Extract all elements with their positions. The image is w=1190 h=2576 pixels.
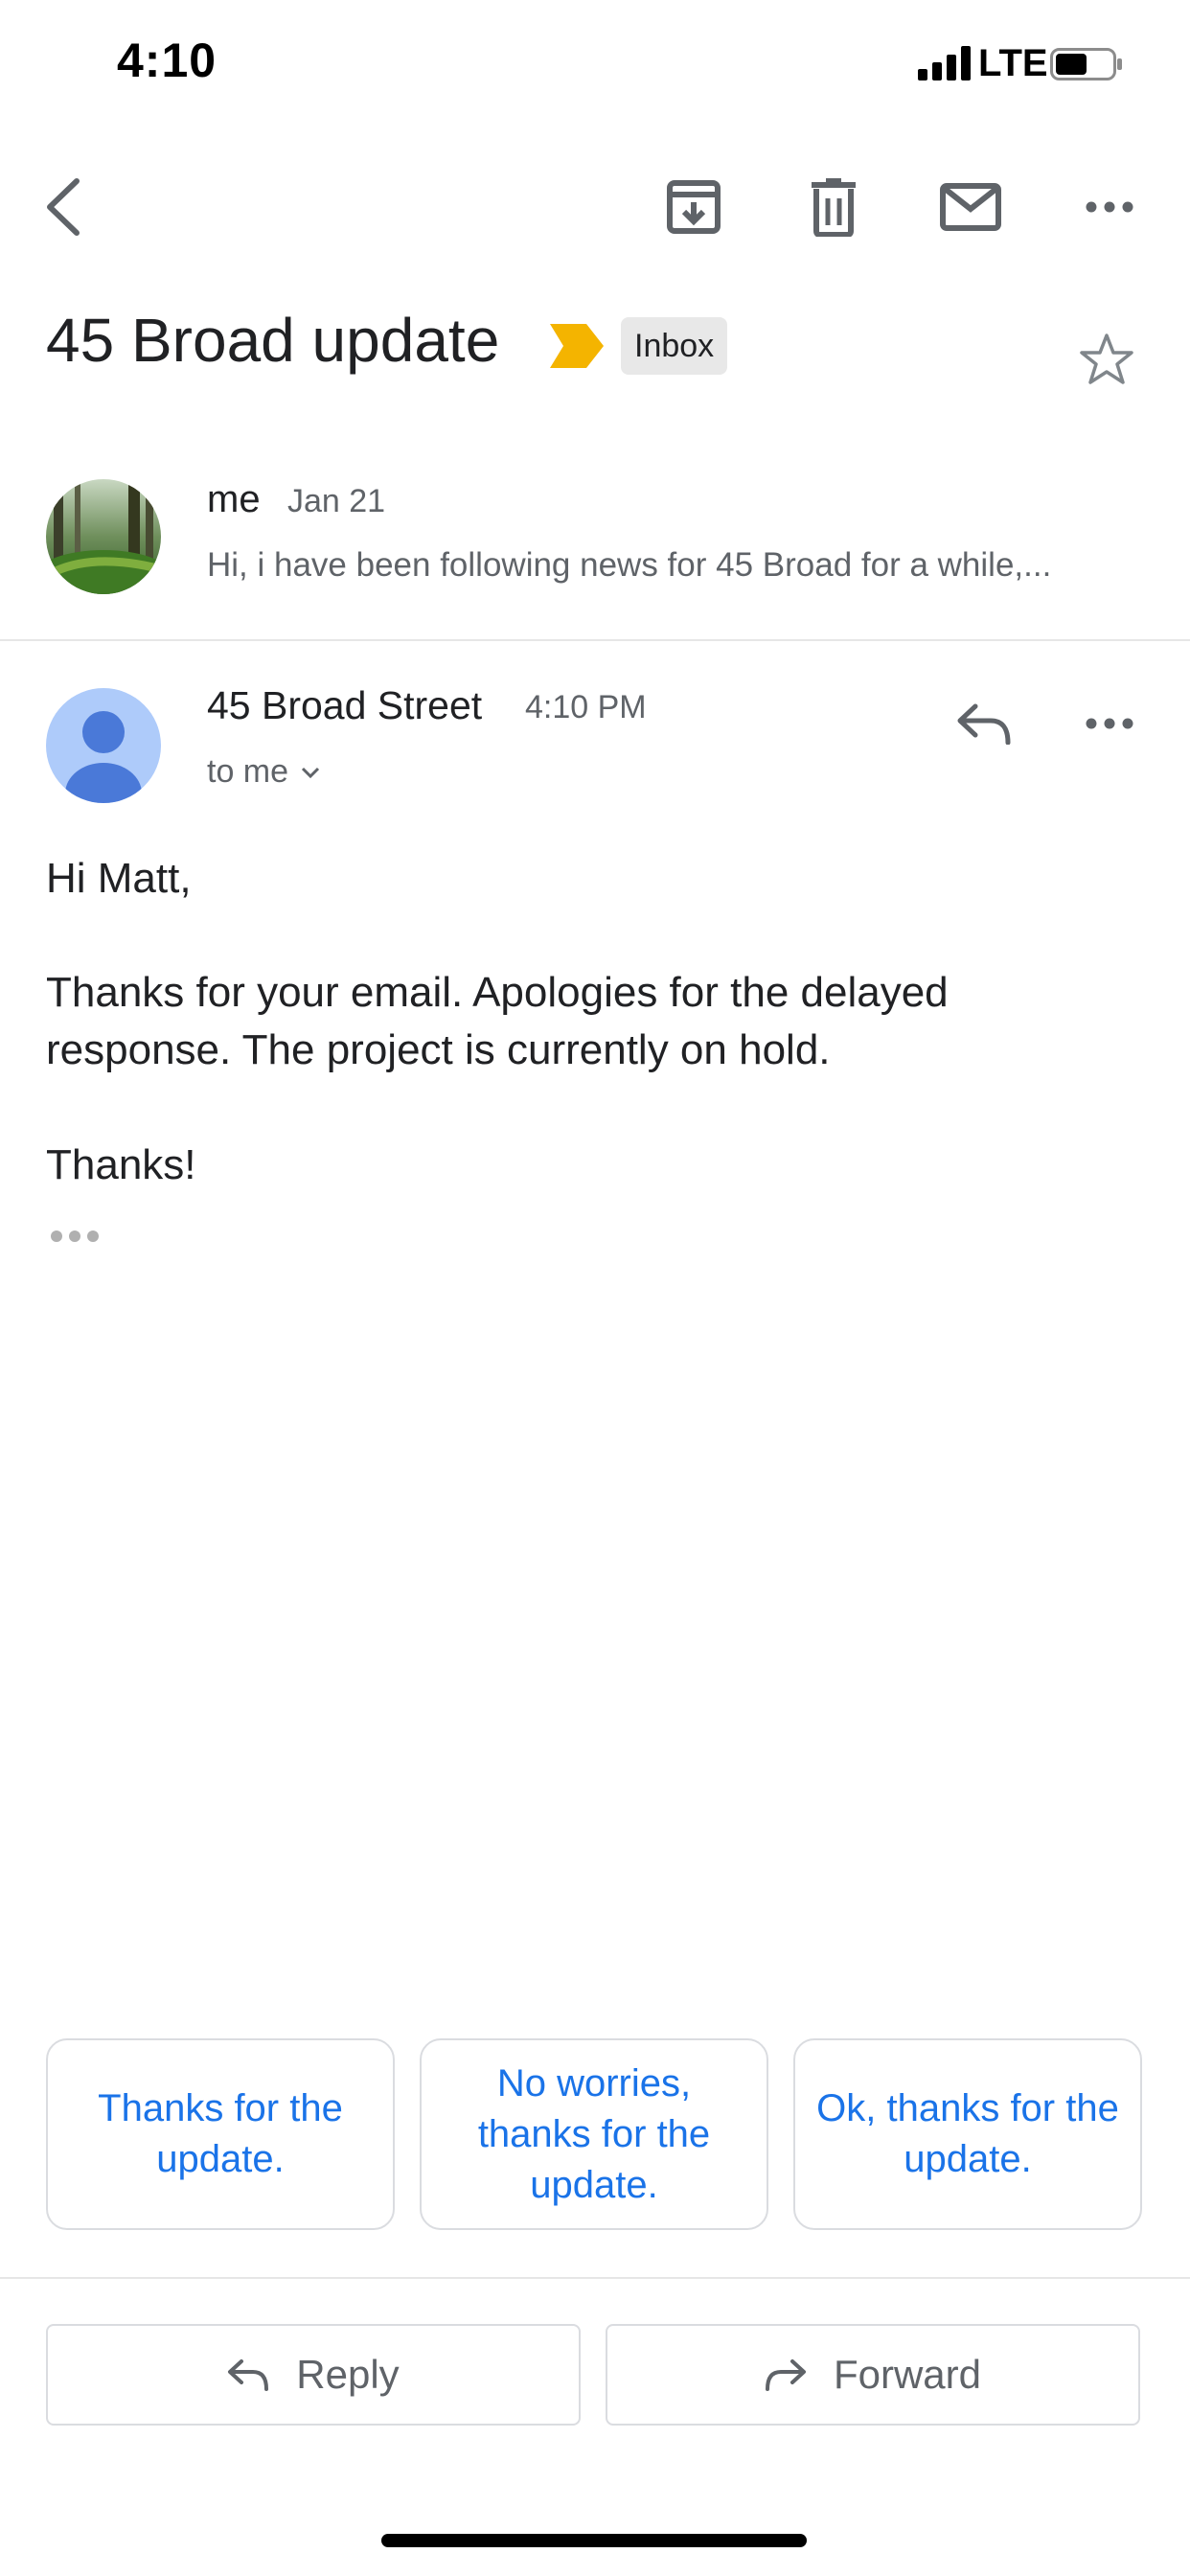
smart-reply-3[interactable]: Ok, thanks for the update. bbox=[793, 2038, 1142, 2230]
forest-photo bbox=[46, 479, 161, 594]
forward-label: Forward bbox=[833, 2352, 982, 2397]
reply-icon bbox=[228, 2359, 269, 2391]
cellular-signal-icon bbox=[918, 46, 971, 80]
archive-button[interactable] bbox=[657, 169, 730, 245]
message-more-button[interactable] bbox=[1073, 688, 1146, 759]
message-paragraph: Thanks for your email. Apologies for the… bbox=[46, 969, 949, 1073]
delete-button[interactable] bbox=[797, 169, 870, 245]
reply-label: Reply bbox=[296, 2352, 400, 2397]
mark-unread-button[interactable] bbox=[929, 169, 1012, 245]
actions-divider bbox=[0, 2277, 1190, 2279]
reply-button[interactable]: Reply bbox=[46, 2324, 581, 2426]
home-indicator[interactable] bbox=[381, 2534, 807, 2547]
network-type: LTE bbox=[978, 42, 1048, 84]
important-marker-icon[interactable] bbox=[550, 324, 604, 368]
message-divider bbox=[0, 639, 1190, 641]
more-options-button[interactable] bbox=[1073, 169, 1146, 245]
battery-icon bbox=[1050, 48, 1122, 80]
smart-reply-1[interactable]: Thanks for the update. bbox=[46, 2038, 395, 2230]
status-time: 4:10 bbox=[117, 34, 217, 87]
collapsed-sender[interactable]: me bbox=[207, 478, 261, 521]
message-sender: 45 Broad Street bbox=[207, 683, 483, 727]
forward-icon bbox=[765, 2359, 806, 2391]
recipient-details-toggle[interactable]: to me bbox=[207, 753, 321, 791]
collapsed-snippet[interactable]: Hi, i have been following news for 45 Br… bbox=[207, 546, 1127, 585]
reply-message-button[interactable] bbox=[949, 688, 1019, 759]
message-closing: Thanks! bbox=[46, 1141, 196, 1188]
delete-icon bbox=[812, 178, 856, 237]
smart-reply-2[interactable]: No worries, thanks for the update. bbox=[420, 2038, 768, 2230]
more-icon bbox=[1086, 201, 1133, 213]
reply-icon bbox=[957, 703, 1011, 745]
chevron-down-icon bbox=[301, 767, 320, 778]
thread-subject: 45 Broad update bbox=[46, 306, 500, 375]
sender-avatar[interactable] bbox=[46, 688, 161, 803]
back-icon bbox=[47, 178, 80, 236]
person-icon bbox=[65, 711, 142, 803]
message-greeting: Hi Matt, bbox=[46, 855, 192, 902]
message-time: 4:10 PM bbox=[525, 689, 647, 725]
show-trimmed-content-button[interactable] bbox=[50, 1230, 100, 1248]
archive-icon bbox=[667, 180, 721, 234]
inbox-label-chip[interactable]: Inbox bbox=[621, 317, 728, 375]
forward-button[interactable]: Forward bbox=[606, 2324, 1140, 2426]
mark-unread-icon bbox=[940, 183, 1001, 231]
star-icon[interactable] bbox=[1079, 333, 1134, 386]
sender-avatar-photo[interactable] bbox=[46, 479, 161, 594]
recipient-text: to me bbox=[207, 753, 289, 790]
more-icon bbox=[1086, 718, 1133, 729]
collapsed-date: Jan 21 bbox=[287, 483, 386, 519]
back-button[interactable] bbox=[34, 169, 92, 245]
ellipsis-icon bbox=[51, 1230, 99, 1242]
